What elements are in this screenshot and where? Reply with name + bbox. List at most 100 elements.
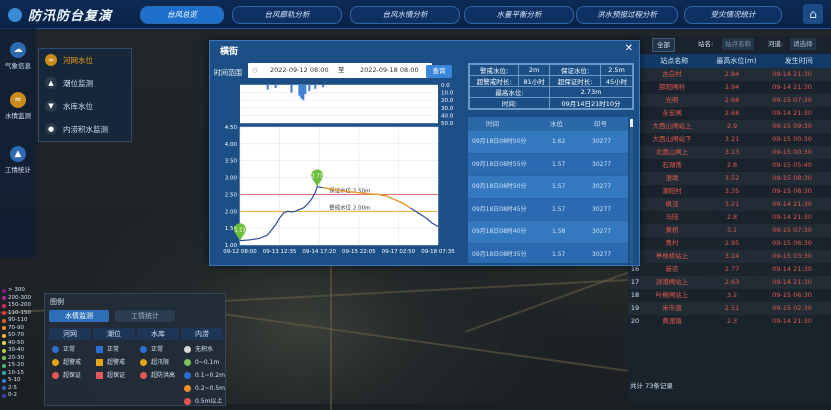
reading-row[interactable]: 09月18日08时40分 1.58 30277 — [468, 221, 628, 244]
legend-item[interactable]: 无积水 — [181, 343, 223, 356]
legend-item[interactable]: 0.1~0.2m — [181, 369, 225, 382]
reading-row[interactable]: 09月18日08时35分 1.57 30277 — [468, 243, 628, 263]
occur-time: 09-15 05:40 — [772, 161, 812, 169]
station-search-input[interactable]: 站点名称 — [722, 38, 754, 50]
max-level: 3.2 — [726, 291, 738, 299]
table-row[interactable]: 1古白村2.8409-14 21:30 — [628, 68, 831, 81]
time-range-picker[interactable]: ◷ 2022-09-12 08:00 至 2022-09-18 08:00 — [248, 63, 432, 78]
scale-dot-icon — [2, 348, 6, 353]
station-label: 站名: — [698, 40, 714, 48]
legend-item[interactable]: 超防洪高 — [137, 369, 179, 382]
nav-typhoon-overview[interactable]: 台风总览 — [140, 6, 224, 24]
occur-time: 09-14 21:30 — [772, 213, 812, 221]
table-row[interactable]: 5大西山闸站上2.909-15 09:30 — [628, 120, 831, 133]
table-row[interactable]: 2邵阳闸村2.9409-14 21:30 — [628, 81, 831, 94]
y-tick-label: 4.50 — [225, 125, 238, 131]
max-level: 2.95 — [724, 239, 740, 247]
y-tick-label: 3.50 — [225, 159, 238, 165]
sidebar-item-weather[interactable]: ☁ 气象信息 — [2, 36, 34, 82]
station-panel: 全部 站名: 站点名称 河道: 请选择 站点名称 最高水位(m) 发生时间 1古… — [628, 36, 831, 404]
legend-item[interactable]: 超警戒 — [93, 356, 135, 369]
table-row[interactable]: 20 黄渡镇 2.3 09-14 21:30 — [628, 315, 831, 328]
legend-item[interactable]: 超警戒 — [49, 356, 91, 369]
table-body: 1古白村2.8409-14 21:302邵阳闸村2.9409-14 21:30 3… — [628, 68, 831, 328]
table-row[interactable]: 8石湖荡2.809-15 05:40 — [628, 159, 831, 172]
legend-item[interactable]: 正常 — [49, 343, 91, 356]
legend-tab-water[interactable]: 水情监测 — [49, 310, 109, 322]
table-row[interactable]: 13黄桥3.109-15 07:30 — [628, 224, 831, 237]
nav-typhoon-water[interactable]: 台风水情分析 — [350, 6, 460, 24]
rain-bar — [266, 85, 269, 90]
scale-label: 200-300 — [8, 294, 31, 301]
occur-time: 09-15 08:30 — [772, 187, 812, 195]
basin-select[interactable]: 请选择 — [790, 38, 816, 50]
start-date-input[interactable]: 2022-09-12 08:00 — [270, 63, 329, 78]
end-date-input[interactable]: 2022-09-18 08:00 — [360, 63, 419, 78]
submenu-label: 河网水位 — [63, 56, 93, 65]
table-row[interactable]: 12马陆2.809-14 21:30 — [628, 211, 831, 224]
reading-row[interactable]: 09月18日08时55分 1.57 30277 — [468, 153, 628, 176]
legend-item[interactable]: 正常 — [137, 343, 179, 356]
sidebar-item-water-monitor[interactable]: ≈ 水情监测 — [2, 86, 34, 132]
reading-list-scrollbar[interactable] — [630, 117, 633, 263]
legend-item[interactable]: 超保证 — [93, 369, 135, 382]
sidebar-item-engineering[interactable]: ▲ 工情统计 — [2, 140, 34, 186]
reading-time: 09月18日08时50分 — [472, 183, 527, 190]
rain-bar — [290, 85, 293, 93]
submenu-river-level[interactable]: ≈ 河网水位 — [39, 49, 131, 72]
table-row[interactable]: 4永安闸2.6809-14 21:30 — [628, 107, 831, 120]
table-row[interactable]: 3光明2.6809-15 07:30 — [628, 94, 831, 107]
col-code: 印号 — [594, 120, 607, 128]
legend-column-head: 潮位 — [93, 328, 135, 340]
table-row[interactable]: 16 新农 2.77 09-14 21:30 — [628, 263, 831, 276]
nav-typhoon-track[interactable]: 台风廊轨分析 — [232, 6, 342, 24]
submenu-tide-level[interactable]: ▲ 潮位监测 — [39, 72, 131, 95]
query-button[interactable]: 查询 — [426, 65, 452, 78]
legend-item[interactable]: 超保证 — [49, 369, 91, 382]
rain-bar — [304, 85, 307, 95]
legend-symbol-icon — [96, 359, 103, 366]
nav-flood-forecast[interactable]: 洪水预报过程分析 — [576, 6, 678, 24]
scale-dot-icon — [2, 296, 6, 300]
table-row[interactable]: 15亭林桥站上3.2409-15 03:30 — [628, 250, 831, 263]
table-row[interactable]: 18 叶榭闸站上 3.2 09-15 06:30 — [628, 289, 831, 302]
legend-item[interactable]: 0.2~0.5m — [181, 382, 225, 395]
table-row[interactable]: 9澄墩3.5209-15 08:30 — [628, 172, 831, 185]
table-row[interactable]: 7北面山闸上3.1309-15 00:30 — [628, 146, 831, 159]
max-level: 2.9 — [726, 122, 738, 130]
table-row[interactable]: 10潮阳村3.3509-15 08:30 — [628, 185, 831, 198]
legend-item[interactable]: 正常 — [93, 343, 135, 356]
reading-code: 30277 — [592, 183, 612, 190]
submenu-reservoir-level[interactable]: ▼ 水库水位 — [39, 95, 131, 118]
table-row[interactable]: 19 米市渡 2.51 09-15 02:30 — [628, 302, 831, 315]
occur-time: 09-15 07:30 — [772, 96, 812, 104]
reading-row[interactable]: 09月18日08时50分 1.62 30277 — [468, 131, 628, 154]
max-level-label: 最高水位: — [468, 86, 551, 98]
filter-select[interactable]: 全部 — [652, 38, 675, 52]
legend-item[interactable]: 0.5m以上 — [181, 395, 223, 408]
max-time-value: 09月14日21时10分 — [549, 97, 633, 109]
legend-tab-engineering[interactable]: 工情统计 — [115, 310, 175, 322]
submenu-waterlogging[interactable]: ● 内涝积水监测 — [39, 118, 131, 141]
legend-item[interactable]: 超汛限 — [137, 356, 179, 369]
scale-item: 40-50 — [0, 340, 44, 348]
table-row[interactable]: 11枫泾3.2109-14 21:30 — [628, 198, 831, 211]
legend-item[interactable]: 0~0.1m — [181, 356, 223, 369]
scrollbar-thumb[interactable] — [630, 119, 633, 127]
home-button[interactable]: ⌂ — [803, 4, 823, 24]
reading-list[interactable]: 时间 水位 印号 09月18日08时50分 1.62 30277 09月18日08时5… — [468, 117, 628, 263]
reading-row[interactable]: 09月18日08时50分 1.57 30277 — [468, 176, 628, 199]
close-icon[interactable]: ✕ — [625, 43, 633, 54]
drop-icon: ● — [45, 123, 57, 135]
scale-dot-icon — [2, 333, 6, 338]
nav-water-balance[interactable]: 水量平衡分析 — [464, 6, 574, 24]
table-row[interactable]: 6大西山闸站下3.2109-15 00:30 — [628, 133, 831, 146]
max-level: 2.68 — [724, 96, 740, 104]
station-name: 澄墩 — [665, 174, 679, 182]
table-row[interactable]: 17 泖港闸站上 2.63 09-14 21:30 — [628, 276, 831, 289]
nav-disaster-stats[interactable]: 受灾情况统计 — [684, 6, 782, 24]
table-row[interactable]: 14青村2.9509-15 06:30 — [628, 237, 831, 250]
reading-row[interactable]: 09月18日08时45分 1.57 30277 — [468, 198, 628, 221]
reading-level: 1.57 — [552, 160, 566, 168]
station-name: 枫泾 — [665, 200, 679, 208]
